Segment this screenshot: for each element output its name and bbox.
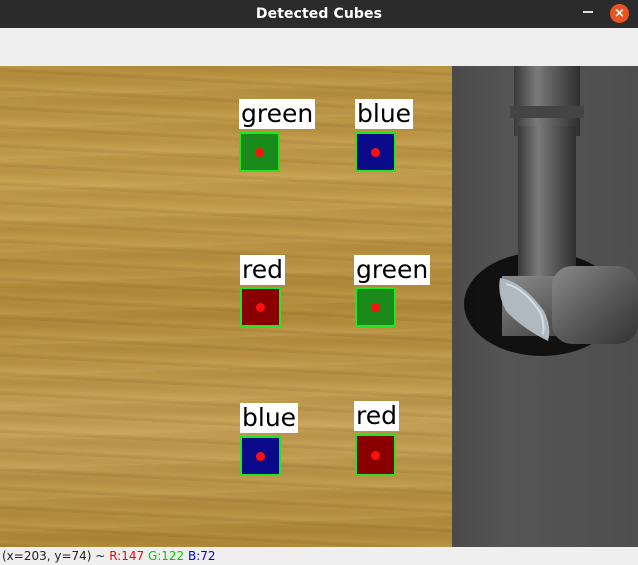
close-icon: ×: [614, 6, 625, 21]
centroid-marker: [371, 302, 380, 312]
detection-label: green: [239, 99, 316, 129]
detection-label: red: [354, 401, 399, 431]
toolbar: [0, 28, 638, 67]
status-green-value: G:122: [147, 549, 185, 563]
cube-bounding-box: [355, 132, 396, 172]
cube-bounding-box: [240, 287, 281, 327]
status-blue-value: B:72: [188, 549, 216, 563]
centroid-marker: [256, 302, 265, 312]
status-coords: (x=203, y=74) ~: [2, 549, 106, 563]
status-bar: (x=203, y=74) ~ R:147 G:122 B:72: [0, 547, 638, 565]
centroid-marker: [256, 451, 265, 461]
minimize-button[interactable]: [578, 2, 598, 22]
detection-label: blue: [355, 99, 414, 129]
window-title: Detected Cubes: [255, 6, 383, 22]
minimize-icon: [583, 11, 593, 13]
cube-bounding-box: [355, 434, 396, 476]
centroid-marker: [371, 450, 380, 460]
robot-arm: [464, 66, 638, 356]
close-button[interactable]: ×: [610, 4, 629, 23]
cube-bounding-box: [239, 132, 280, 172]
detection-label: red: [240, 255, 285, 285]
detection-label: blue: [240, 403, 299, 433]
centroid-marker: [255, 147, 264, 157]
status-red-value: R:147: [109, 549, 145, 563]
title-bar: Detected Cubes ×: [0, 0, 638, 28]
centroid-marker: [371, 147, 380, 157]
cube-bounding-box: [355, 287, 396, 327]
cube-bounding-box: [240, 436, 281, 476]
detection-label: green: [354, 255, 431, 285]
image-viewport[interactable]: green blue red green blue red: [0, 66, 638, 547]
